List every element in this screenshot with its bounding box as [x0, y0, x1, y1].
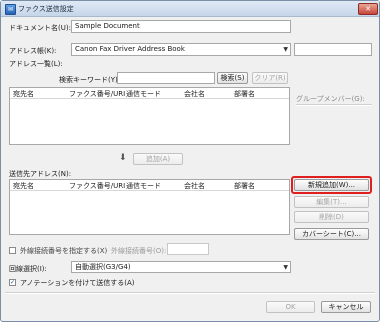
- arrow-down-icon: ⬇: [119, 153, 127, 163]
- recipients-header: 宛先名 ファクス番号/URI 通信モード 会社名 部署名: [10, 180, 289, 191]
- address-book-extra-field[interactable]: [294, 43, 372, 56]
- window-title: ファクス送信設定: [18, 5, 74, 13]
- fax-settings-dialog: ✉ ファクス送信設定 ✕ ドキュメント名(U): Sample Document…: [0, 0, 380, 322]
- address-list-label: アドレス一覧(L):: [9, 60, 63, 68]
- column-header-department: 部署名: [234, 182, 255, 190]
- document-name-input[interactable]: Sample Document: [71, 20, 291, 33]
- outside-line-checkbox[interactable]: [9, 247, 16, 254]
- search-keyword-label: 検索キーワード(Y):: [59, 76, 121, 84]
- annotation-checkbox[interactable]: ✓: [9, 279, 16, 286]
- address-book-selected: Canon Fax Driver Address Book: [75, 45, 185, 53]
- highlight-box: [291, 176, 372, 194]
- recipients-label: 送信先アドレス(N):: [9, 170, 72, 178]
- delete-button[interactable]: 削除(D): [294, 211, 369, 223]
- outside-line-number-input[interactable]: [167, 243, 209, 255]
- search-button[interactable]: 検索(S): [217, 72, 248, 84]
- column-header-fax: ファクス番号/URI: [69, 90, 126, 98]
- title-bar: ✉ ファクス送信設定 ✕: [1, 1, 379, 17]
- column-header-company: 会社名: [184, 182, 205, 190]
- footer-divider: [5, 292, 375, 294]
- chevron-down-icon: ▼: [283, 264, 288, 271]
- ok-button[interactable]: OK: [266, 301, 315, 313]
- address-list-table[interactable]: 宛先名 ファクス番号/URI 通信モード 会社名 部署名: [9, 87, 290, 145]
- outside-line-number-label: 外線接続番号(O):: [111, 247, 167, 255]
- annotation-label: アノテーションを付けて送信する(A): [20, 279, 135, 287]
- close-button[interactable]: ✕: [358, 3, 378, 15]
- clear-button[interactable]: クリア(R): [252, 72, 288, 84]
- cover-sheet-button[interactable]: カバーシート(C)...: [294, 228, 369, 240]
- address-book-label: アドレス帳(K):: [9, 47, 57, 55]
- column-header-mode: 通信モード: [126, 182, 161, 190]
- line-select-label: 回線選択(I):: [9, 265, 47, 273]
- address-list-header: 宛先名 ファクス番号/URI 通信モード 会社名 部署名: [10, 88, 289, 99]
- fax-app-icon: ✉: [5, 4, 16, 15]
- column-header-department: 部署名: [234, 90, 255, 98]
- column-header-fax: ファクス番号/URI: [69, 182, 126, 190]
- group-members-divider: [296, 104, 372, 106]
- cancel-button[interactable]: キャンセル: [321, 301, 371, 313]
- add-button[interactable]: 追加(A): [133, 153, 183, 165]
- line-select-dropdown[interactable]: 自動選択(G3/G4) ▼: [71, 261, 291, 273]
- document-name-label: ドキュメント名(U):: [9, 24, 71, 32]
- outside-line-label: 外線接続番号を指定する(X): [20, 247, 108, 255]
- column-header-company: 会社名: [184, 90, 205, 98]
- column-header-name: 宛先名: [13, 90, 34, 98]
- column-header-name: 宛先名: [13, 182, 34, 190]
- address-book-select[interactable]: Canon Fax Driver Address Book ▼: [71, 43, 291, 56]
- search-keyword-input[interactable]: [117, 72, 215, 84]
- recipients-table[interactable]: 宛先名 ファクス番号/URI 通信モード 会社名 部署名: [9, 179, 290, 235]
- column-header-mode: 通信モード: [126, 90, 161, 98]
- edit-button[interactable]: 編集(T)...: [294, 196, 369, 208]
- line-select-selected: 自動選択(G3/G4): [75, 263, 131, 271]
- group-members-label: グループメンバー(G):: [296, 95, 365, 103]
- chevron-down-icon: ▼: [283, 46, 288, 53]
